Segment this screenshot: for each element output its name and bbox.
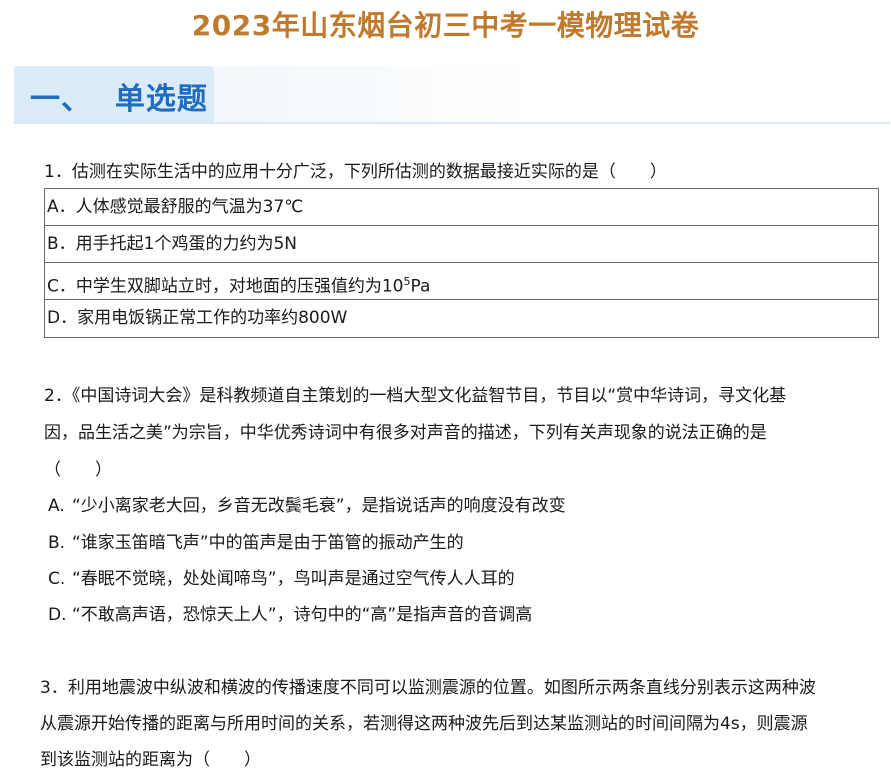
question-1-options-table: A．人体感觉最舒服的气温为37℃ B．用手托起1个鸡蛋的力约为5N C．中学生双… <box>44 188 879 338</box>
question-3-line-2: 从震源开始传播的距离与所用时间的关系，若测得这两种波先后到达某监测站的时间间隔为… <box>40 714 808 734</box>
question-3-line-3: 到该监测站的距离为（ ） <box>40 750 261 770</box>
question-2-option-c: C. “春眠不觉晓，处处闻啼鸟”，鸟叫声是通过空气传人人耳的 <box>48 567 515 591</box>
document-title: 2023年山东烟台初三中考一模物理试卷 <box>191 9 700 42</box>
question-1-option-c: C．中学生双脚站立时，对地面的压强值约为105Pa <box>45 263 878 300</box>
question-2-option-a-letter: A. <box>48 496 65 516</box>
question-1-option-a: A．人体感觉最舒服的气温为37℃ <box>45 189 878 226</box>
question-1-option-b: B．用手托起1个鸡蛋的力约为5N <box>45 226 878 263</box>
question-2-option-b-letter: B. <box>48 533 66 553</box>
question-1-option-c-exponent: 5 <box>403 275 411 288</box>
question-2-option-b: B. “谁家玉笛暗飞声”中的笛声是由于笛管的振动产生的 <box>48 531 464 555</box>
question-2-option-a: A. “少小离家老大回，乡音无改鬓毛衰”，是指说话声的响度没有改变 <box>48 494 566 518</box>
question-1-option-c-unit: Pa <box>410 276 431 297</box>
question-2-option-d-text: “不敢高声语，恐惊天上人”，诗句中的“高”是指声音的音调高 <box>72 605 533 625</box>
question-2-option-d-letter: D. <box>48 605 67 625</box>
question-1-option-c-text: C．中学生双脚站立时，对地面的压强值约为10 <box>47 276 404 297</box>
question-2-option-b-text: “谁家玉笛暗飞声”中的笛声是由于笛管的振动产生的 <box>72 533 464 553</box>
question-2-line-3: （ ） <box>44 460 112 480</box>
question-2-line-2: 因，品生活之美”为宗旨，中华优秀诗词中有很多对声音的描述，下列有关声现象的说法正… <box>44 423 767 443</box>
section-title: 一、 单选题 <box>30 82 208 117</box>
question-2-option-a-text: “少小离家老大回，乡音无改鬓毛衰”，是指说话声的响度没有改变 <box>72 496 566 516</box>
question-2-option-c-letter: C. <box>48 569 66 589</box>
question-3-line-1: 3．利用地震波中纵波和横波的传播速度不同可以监测震源的位置。如图所示两条直线分别… <box>40 678 816 698</box>
question-2-option-d: D. “不敢高声语，恐惊天上人”，诗句中的“高”是指声音的音调高 <box>48 603 532 627</box>
question-2-option-c-text: “春眠不觉晓，处处闻啼鸟”，鸟叫声是通过空气传人人耳的 <box>72 569 515 589</box>
question-1-stem: 1．估测在实际生活中的应用十分广泛，下列所估测的数据最接近实际的是（ ） <box>44 162 667 182</box>
question-1-option-d: D．家用电饭锅正常工作的功率约800W <box>47 308 348 328</box>
question-2-line-1: 2．《中国诗词大会》是科教频道自主策划的一档大型文化益智节目，节目以“赏中华诗词… <box>44 386 787 406</box>
